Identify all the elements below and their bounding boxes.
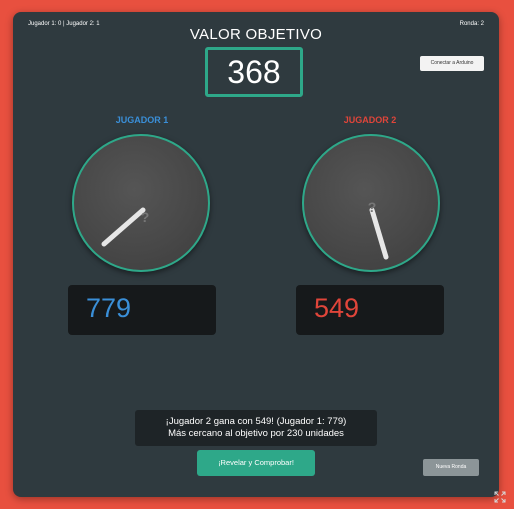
result-line-2: Más cercano al objetivo por 230 unidades: [168, 428, 344, 439]
result-message: ¡Jugador 2 gana con 549! (Jugador 1: 779…: [135, 410, 377, 446]
player2-needle: [369, 207, 389, 260]
player1-needle: [101, 207, 146, 247]
player1-dial[interactable]: ?: [72, 134, 210, 272]
player2-value: 549: [314, 293, 360, 323]
player2-value-box: 549: [296, 285, 444, 335]
player2-dial[interactable]: ?: [302, 134, 440, 272]
player2-dial-graphic: ?: [368, 199, 389, 260]
expand-icon[interactable]: [493, 490, 507, 504]
result-line-1: ¡Jugador 2 gana con 549! (Jugador 1: 779…: [165, 416, 347, 427]
player1-value-box: 779: [68, 285, 216, 335]
player1-value: 779: [86, 293, 132, 323]
player2-label: JUGADOR 2: [343, 115, 397, 125]
question-mark-icon: ?: [141, 209, 150, 225]
target-label: VALOR OBJETIVO: [189, 26, 323, 43]
connect-arduino-button[interactable]: Conectar a Arduino: [420, 56, 484, 71]
question-mark-icon: ?: [368, 199, 377, 215]
reveal-button[interactable]: ¡Revelar y Comprobar!: [197, 450, 315, 476]
target-value: 368: [205, 47, 303, 97]
game-panel: Jugador 1: 0 | Jugador 2: 1 Ronda: 2 VAL…: [13, 12, 499, 497]
svg-text:?: ?: [368, 199, 377, 215]
player1-dial-graphic: ?: [101, 207, 150, 247]
svg-text:?: ?: [141, 209, 150, 225]
next-round-button[interactable]: Nueva Ronda: [423, 459, 479, 476]
player1-label: JUGADOR 1: [115, 115, 169, 125]
